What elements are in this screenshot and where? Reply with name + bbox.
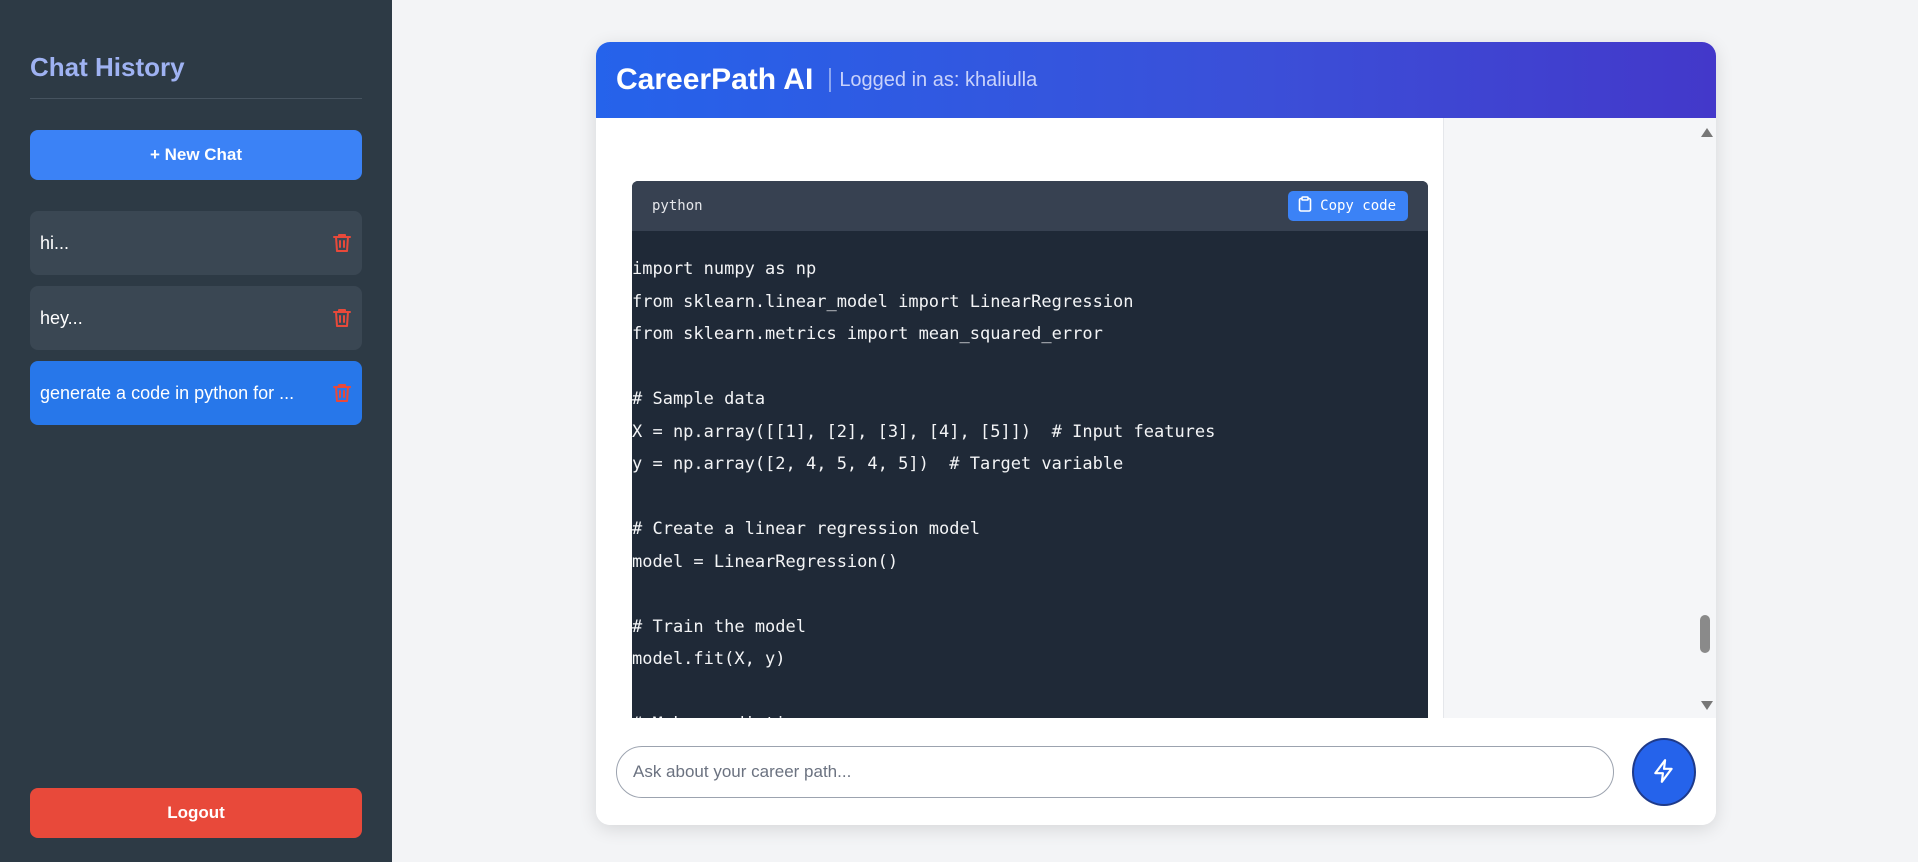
scroll-down-arrow-icon[interactable] bbox=[1701, 701, 1713, 710]
logout-button[interactable]: Logout bbox=[30, 788, 362, 838]
copy-code-label: Copy code bbox=[1320, 198, 1396, 214]
chat-history-item-label: hey... bbox=[40, 307, 83, 328]
code-line: # Sample data bbox=[632, 389, 766, 409]
code-header: python Copy code bbox=[632, 181, 1428, 231]
trash-icon[interactable] bbox=[332, 232, 352, 254]
send-button[interactable] bbox=[1632, 738, 1696, 806]
clipboard-icon bbox=[1298, 196, 1312, 216]
code-line: from sklearn.linear_model import LinearR… bbox=[632, 291, 1134, 312]
code-line: y = np.array([2, 4, 5, 4, 5]) # Target v… bbox=[632, 454, 1124, 474]
chat-history-item[interactable]: hi... bbox=[30, 211, 362, 275]
code-line: from sklearn.metrics import mean_squared… bbox=[632, 324, 1103, 344]
code-content: import numpy as np from sklearn.linear_mo… bbox=[632, 231, 1428, 718]
chat-input[interactable] bbox=[616, 746, 1614, 798]
code-line: # Make predictions bbox=[632, 708, 1428, 718]
sidebar-title: Chat History bbox=[30, 52, 185, 82]
code-line: # Create a linear regression model bbox=[632, 519, 980, 539]
app-title: CareerPath AI bbox=[616, 63, 814, 96]
code-line: import numpy as np bbox=[632, 259, 817, 279]
assistant-message: python Copy code import numpy as np from … bbox=[596, 118, 1444, 718]
trash-icon[interactable] bbox=[332, 307, 352, 329]
login-status: Logged in as: khaliulla bbox=[839, 68, 1038, 91]
code-line: model.fit(X, y) bbox=[632, 649, 786, 669]
copy-code-button[interactable]: Copy code bbox=[1288, 191, 1408, 221]
chat-messages[interactable]: python Copy code import numpy as np from … bbox=[596, 118, 1716, 718]
sidebar: Chat History + New Chat hi... hey... gen… bbox=[0, 0, 392, 862]
chat-scrollbar[interactable] bbox=[1696, 118, 1716, 718]
code-line: # Train the model bbox=[632, 616, 806, 637]
trash-icon[interactable] bbox=[332, 382, 352, 404]
header-separator bbox=[829, 68, 832, 92]
chat-header: CareerPath AI Logged in as: khaliulla bbox=[596, 42, 1716, 118]
sidebar-divider bbox=[30, 98, 362, 99]
scroll-up-arrow-icon[interactable] bbox=[1701, 128, 1713, 137]
chat-history-item-active[interactable]: generate a code in python for ... bbox=[30, 361, 362, 425]
chat-history-item-label: hi... bbox=[40, 232, 70, 253]
new-chat-button[interactable]: + New Chat bbox=[30, 130, 362, 180]
scrollbar-thumb[interactable] bbox=[1700, 615, 1710, 653]
lightning-bolt-icon bbox=[1651, 758, 1677, 787]
chat-history-item-label: generate a code in python for ... bbox=[40, 382, 295, 403]
chat-history-item[interactable]: hey... bbox=[30, 286, 362, 350]
code-line: X = np.array([[1], [2], [3], [4], [5]]) … bbox=[632, 421, 1216, 442]
input-bar bbox=[596, 718, 1716, 825]
code-block: python Copy code import numpy as np from … bbox=[632, 181, 1428, 718]
chat-panel: CareerPath AI Logged in as: khaliulla py… bbox=[596, 42, 1716, 825]
code-language: python bbox=[652, 198, 703, 214]
code-line: model = LinearRegression() bbox=[632, 551, 899, 572]
